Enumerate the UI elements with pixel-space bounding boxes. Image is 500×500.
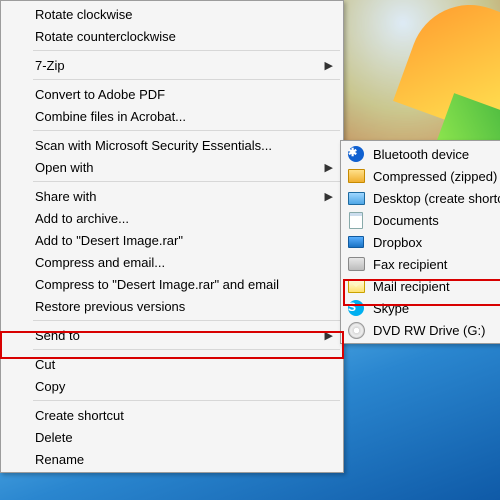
menu-item[interactable]: Compress and email... xyxy=(3,251,341,273)
mail-icon xyxy=(347,277,365,295)
menu-item-label: Delete xyxy=(35,430,73,445)
submenu-item-label: DVD RW Drive (G:) xyxy=(373,323,485,338)
submenu-arrow-icon: ▶ xyxy=(325,59,333,72)
submenu-item-label: Skype xyxy=(373,301,409,316)
menu-item[interactable]: Add to "Desert Image.rar" xyxy=(3,229,341,251)
menu-separator xyxy=(33,349,340,350)
menu-item-label: Add to archive... xyxy=(35,211,129,226)
submenu-item[interactable]: S Skype xyxy=(341,297,500,319)
submenu-item-label: Desktop (create shortcut) xyxy=(373,191,500,206)
menu-item[interactable]: Compress to "Desert Image.rar" and email xyxy=(3,273,341,295)
submenu-item[interactable]: Documents xyxy=(341,209,500,231)
bluetooth-icon: ✱ xyxy=(347,145,365,163)
fax-icon xyxy=(347,255,365,273)
submenu-item[interactable]: Desktop (create shortcut) xyxy=(341,187,500,209)
menu-item[interactable]: Copy xyxy=(3,375,341,397)
box-icon xyxy=(347,233,365,251)
menu-item-label: Convert to Adobe PDF xyxy=(35,87,165,102)
submenu-item-label: Fax recipient xyxy=(373,257,447,272)
submenu-item[interactable]: ✱ Bluetooth device xyxy=(341,143,500,165)
menu-item-label: Scan with Microsoft Security Essentials.… xyxy=(35,138,272,153)
doc-icon xyxy=(347,211,365,229)
monitor-icon xyxy=(347,189,365,207)
menu-item-label: Cut xyxy=(35,357,55,372)
menu-separator xyxy=(33,130,340,131)
menu-item-label: Open with xyxy=(35,160,94,175)
menu-item-label: Share with xyxy=(35,189,96,204)
submenu-item[interactable]: Compressed (zipped) folder xyxy=(341,165,500,187)
menu-item-label: Copy xyxy=(35,379,65,394)
menu-separator xyxy=(33,400,340,401)
menu-item[interactable]: Delete xyxy=(3,426,341,448)
menu-item-label: Rotate clockwise xyxy=(35,7,133,22)
menu-item[interactable]: Rotate counterclockwise xyxy=(3,25,341,47)
context-menu[interactable]: Rotate clockwise Rotate counterclockwise 7… xyxy=(0,0,344,473)
menu-item[interactable]: Rename xyxy=(3,448,341,470)
menu-item[interactable]: Share with ▶ xyxy=(3,185,341,207)
menu-item-label: Compress and email... xyxy=(35,255,165,270)
submenu-arrow-icon: ▶ xyxy=(325,190,333,203)
menu-separator xyxy=(33,79,340,80)
send-to-submenu[interactable]: ✱ Bluetooth device Compressed (zipped) fol… xyxy=(340,140,500,344)
menu-item[interactable]: Combine files in Acrobat... xyxy=(3,105,341,127)
submenu-item[interactable]: Mail recipient xyxy=(341,275,500,297)
menu-item-label: 7-Zip xyxy=(35,58,65,73)
menu-item[interactable]: Convert to Adobe PDF xyxy=(3,83,341,105)
menu-item-label: Restore previous versions xyxy=(35,299,185,314)
disc-icon xyxy=(347,321,365,339)
menu-separator xyxy=(33,320,340,321)
menu-item-label: Add to "Desert Image.rar" xyxy=(35,233,183,248)
menu-item[interactable]: Send to ▶ xyxy=(3,324,341,346)
submenu-arrow-icon: ▶ xyxy=(325,161,333,174)
menu-item[interactable]: Open with ▶ xyxy=(3,156,341,178)
submenu-item[interactable]: DVD RW Drive (G:) xyxy=(341,319,500,341)
submenu-arrow-icon: ▶ xyxy=(325,329,333,342)
menu-item[interactable]: Scan with Microsoft Security Essentials.… xyxy=(3,134,341,156)
menu-item[interactable]: Create shortcut xyxy=(3,404,341,426)
menu-item-label: Create shortcut xyxy=(35,408,124,423)
skype-icon: S xyxy=(347,299,365,317)
submenu-item-label: Documents xyxy=(373,213,439,228)
submenu-item[interactable]: Dropbox xyxy=(341,231,500,253)
folder-icon xyxy=(347,167,365,185)
menu-item[interactable]: Rotate clockwise xyxy=(3,3,341,25)
menu-item[interactable]: Restore previous versions xyxy=(3,295,341,317)
menu-item-label: Combine files in Acrobat... xyxy=(35,109,186,124)
menu-separator xyxy=(33,181,340,182)
submenu-item-label: Dropbox xyxy=(373,235,422,250)
submenu-item-label: Mail recipient xyxy=(373,279,450,294)
menu-item-label: Send to xyxy=(35,328,80,343)
menu-item-label: Rename xyxy=(35,452,84,467)
submenu-item-label: Bluetooth device xyxy=(373,147,469,162)
submenu-item-label: Compressed (zipped) folder xyxy=(373,169,500,184)
menu-item[interactable]: Cut xyxy=(3,353,341,375)
menu-item[interactable]: Add to archive... xyxy=(3,207,341,229)
menu-separator xyxy=(33,50,340,51)
menu-item-label: Compress to "Desert Image.rar" and email xyxy=(35,277,279,292)
submenu-item[interactable]: Fax recipient xyxy=(341,253,500,275)
menu-item[interactable]: 7-Zip ▶ xyxy=(3,54,341,76)
menu-item-label: Rotate counterclockwise xyxy=(35,29,176,44)
